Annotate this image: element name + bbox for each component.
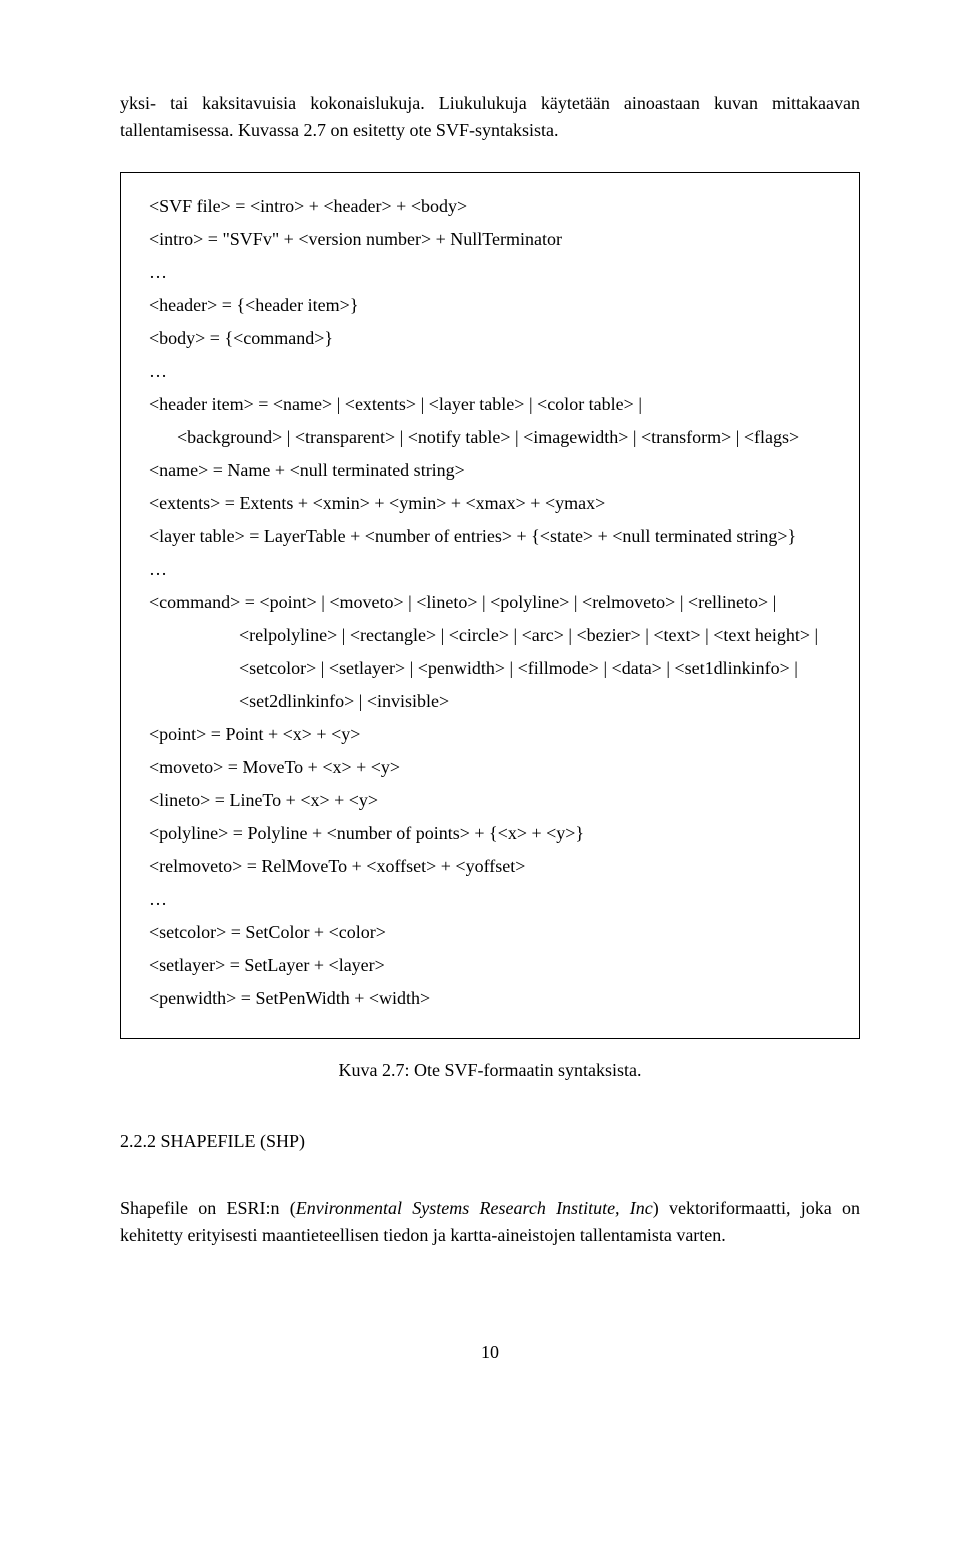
- code-line: <relmoveto> = RelMoveTo + <xoffset> + <y…: [149, 853, 831, 880]
- code-line: <header item> = <name> | <extents> | <la…: [149, 391, 831, 418]
- code-line: <background> | <transparent> | <notify t…: [149, 424, 831, 451]
- body-text-italic: Environmental Systems Research Institute…: [296, 1198, 653, 1218]
- code-line: <penwidth> = SetPenWidth + <width>: [149, 985, 831, 1012]
- code-line: <intro> = "SVFv" + <version number> + Nu…: [149, 226, 831, 253]
- code-line: <moveto> = MoveTo + <x> + <y>: [149, 754, 831, 781]
- code-line: <setlayer> = SetLayer + <layer>: [149, 952, 831, 979]
- code-line: <extents> = Extents + <xmin> + <ymin> + …: [149, 490, 831, 517]
- code-line: <setcolor> = SetColor + <color>: [149, 919, 831, 946]
- code-line: <name> = Name + <null terminated string>: [149, 457, 831, 484]
- code-line: <relpolyline> | <rectangle> | <circle> |…: [149, 622, 831, 649]
- syntax-figure-box: <SVF file> = <intro> + <header> + <body>…: [120, 172, 860, 1039]
- code-line: <setcolor> | <setlayer> | <penwidth> | <…: [149, 655, 831, 682]
- code-line: <polyline> = Polyline + <number of point…: [149, 820, 831, 847]
- intro-paragraph: yksi- tai kaksitavuisia kokonaislukuja. …: [120, 90, 860, 144]
- code-line: …: [149, 358, 831, 385]
- section-heading: 2.2.2 SHAPEFILE (SHP): [120, 1128, 860, 1155]
- code-line: <SVF file> = <intro> + <header> + <body>: [149, 193, 831, 220]
- code-line: <layer table> = LayerTable + <number of …: [149, 523, 831, 550]
- figure-caption: Kuva 2.7: Ote SVF-formaatin syntaksista.: [120, 1057, 860, 1084]
- body-paragraph: Shapefile on ESRI:n (Environmental Syste…: [120, 1195, 860, 1249]
- body-text-pre: Shapefile on ESRI:n (: [120, 1198, 296, 1218]
- code-line: …: [149, 556, 831, 583]
- code-line: <set2dlinkinfo> | <invisible>: [149, 688, 831, 715]
- code-line: <lineto> = LineTo + <x> + <y>: [149, 787, 831, 814]
- code-line: <point> = Point + <x> + <y>: [149, 721, 831, 748]
- code-line: …: [149, 886, 831, 913]
- code-line: …: [149, 259, 831, 286]
- page-number: 10: [120, 1339, 860, 1366]
- code-line: <command> = <point> | <moveto> | <lineto…: [149, 589, 831, 616]
- code-line: <header> = {<header item>}: [149, 292, 831, 319]
- code-line: <body> = {<command>}: [149, 325, 831, 352]
